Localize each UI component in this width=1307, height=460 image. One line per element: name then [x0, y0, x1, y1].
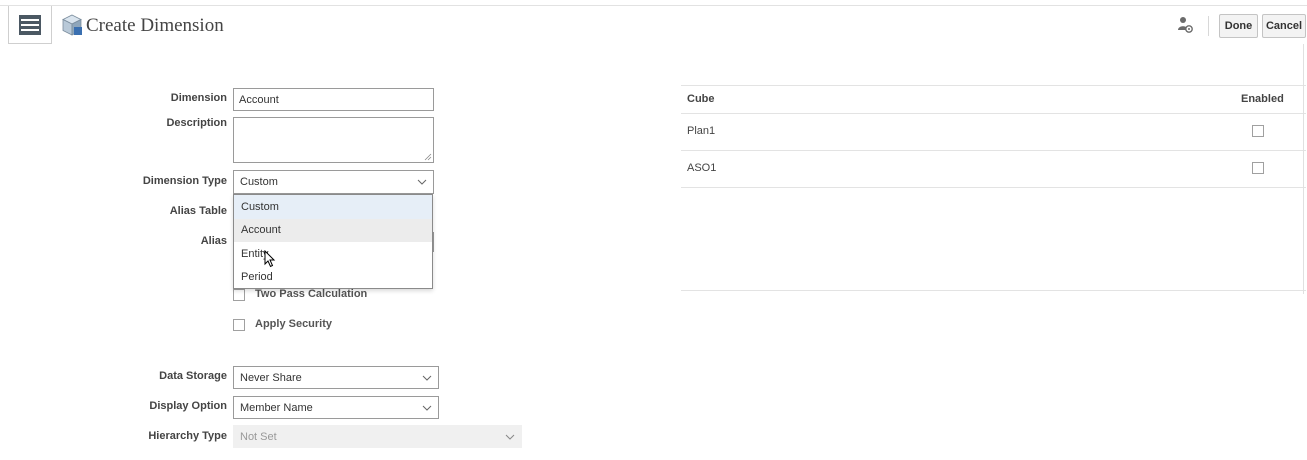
table-bottom-border — [681, 290, 1306, 291]
two-pass-checkbox[interactable] — [233, 289, 245, 301]
table-row-enabled-checkbox[interactable] — [1252, 162, 1264, 174]
chevron-down-icon — [505, 434, 515, 440]
menu-icon — [19, 14, 41, 35]
cube-icon — [62, 14, 82, 36]
dimension-input[interactable]: Account — [233, 88, 434, 111]
dimension-type-value: Custom — [240, 176, 278, 188]
hierarchy-type-label: Hierarchy Type — [148, 430, 227, 442]
user-settings-icon[interactable] — [1177, 16, 1193, 34]
chevron-down-icon — [422, 405, 432, 411]
table-top-border — [681, 85, 1306, 86]
display-option-value: Member Name — [240, 401, 313, 414]
dimension-type-label: Dimension Type — [142, 175, 227, 187]
table-row-border — [681, 150, 1306, 151]
dimension-type-dropdown[interactable]: Custom Account Entity Period — [233, 194, 433, 289]
table-header-border — [681, 113, 1306, 114]
data-storage-label: Data Storage — [159, 370, 227, 382]
dimension-type-select[interactable]: Custom — [233, 170, 434, 194]
table-row-cube: Plan1 — [687, 125, 716, 137]
enabled-column-header: Enabled — [1241, 93, 1284, 105]
header-divider — [0, 5, 1307, 6]
cancel-button[interactable]: Cancel — [1262, 14, 1306, 38]
alias-label: Alias — [200, 235, 227, 247]
dimension-label: Dimension — [170, 92, 227, 104]
display-option-label: Display Option — [149, 400, 227, 412]
cube-column-header: Cube — [687, 93, 715, 105]
alias-input-edge — [433, 232, 434, 252]
display-option-select[interactable]: Member Name — [233, 396, 439, 419]
apply-security-label: Apply Security — [255, 318, 333, 330]
mouse-pointer-icon — [264, 250, 276, 268]
dropdown-option-period[interactable]: Period — [234, 266, 432, 290]
hierarchy-type-value: Not Set — [240, 430, 277, 443]
page-title: Create Dimension — [86, 15, 224, 36]
table-row-enabled-checkbox[interactable] — [1252, 125, 1264, 137]
data-storage-select[interactable]: Never Share — [233, 366, 439, 389]
resize-grip-icon[interactable] — [424, 153, 432, 161]
table-row-cube: ASO1 — [687, 162, 717, 174]
table-row-border — [681, 187, 1306, 188]
apply-security-checkbox[interactable] — [233, 319, 245, 331]
menu-button[interactable] — [8, 6, 52, 44]
panel-edge — [1303, 44, 1304, 294]
data-storage-value: Never Share — [240, 371, 302, 384]
two-pass-label: Two Pass Calculation — [255, 288, 368, 300]
header-separator — [1208, 16, 1209, 36]
dropdown-option-custom[interactable]: Custom — [234, 195, 432, 219]
dropdown-option-account[interactable]: Account — [234, 218, 432, 242]
description-label: Description — [166, 117, 227, 129]
done-button[interactable]: Done — [1219, 14, 1258, 38]
hierarchy-type-select: Not Set — [233, 425, 522, 448]
alias-table-label: Alias Table — [169, 205, 227, 217]
chevron-down-icon — [417, 179, 427, 185]
description-textarea[interactable] — [233, 117, 434, 163]
chevron-down-icon — [422, 375, 432, 381]
